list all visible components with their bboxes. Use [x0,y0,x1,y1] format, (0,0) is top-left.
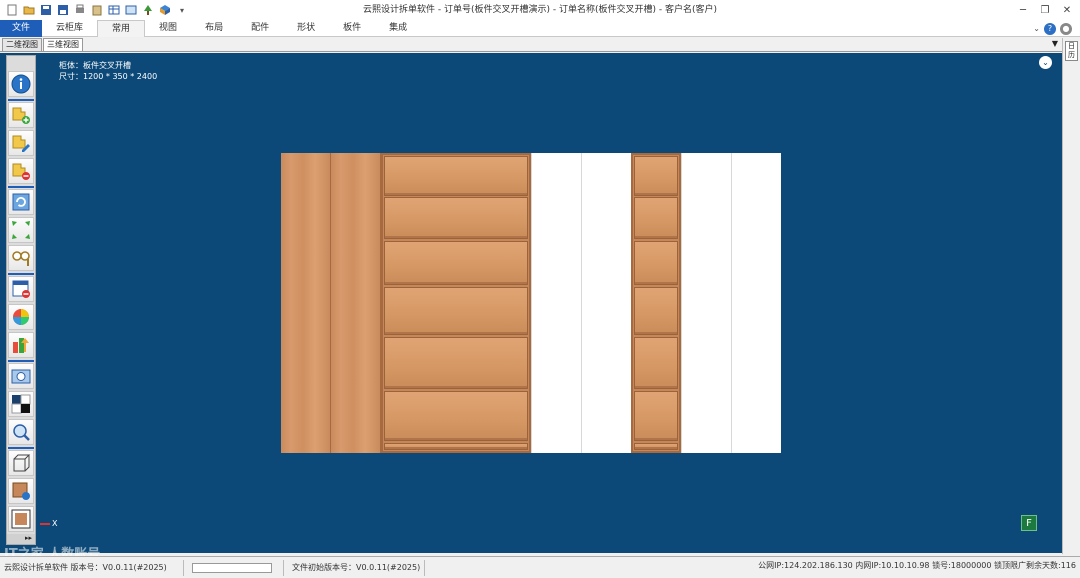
image-icon[interactable] [123,2,139,18]
refresh-icon[interactable] [8,189,34,215]
save-icon[interactable] [38,2,54,18]
open-folder-icon[interactable] [21,2,37,18]
tab-cloud-library[interactable]: 云柜库 [42,20,97,37]
progress-bar [192,562,272,573]
new-file-icon[interactable] [4,2,20,18]
title-bar: ▾ 云熙设计拆单软件 - 订单号(板件交叉开槽演示) - 订单名称(板件交叉开槽… [0,0,1080,20]
ribbon-collapse-icon[interactable]: ⌄ [1033,24,1040,33]
view-options-icon[interactable]: ⌄ [1039,56,1052,69]
window-controls: ─ ❐ ✕ [1012,0,1078,20]
tab-common[interactable]: 常用 [97,19,146,37]
add-cabinet-icon[interactable] [8,102,34,128]
cabinet-name-label: 柜体：板件交叉开槽 [59,61,131,70]
drawer[interactable] [634,337,678,389]
customize-toolbar-icon[interactable]: ▾ [174,2,190,18]
status-app-version: 云熙设计拆单软件 版本号：V0.0.11(#2025) [0,559,184,576]
table-icon[interactable] [106,2,122,18]
move-icon[interactable] [8,217,34,243]
tab-board[interactable]: 板件 [329,20,375,37]
tab-2d-view[interactable]: 二维视图 [2,38,42,51]
about-icon[interactable]: ● [1060,22,1072,35]
tab-view[interactable]: 视图 [145,20,191,37]
screenshot-icon[interactable] [8,363,34,389]
remove-cabinet-icon[interactable] [8,158,34,184]
close-icon[interactable]: ✕ [1056,0,1078,20]
white-panel[interactable] [531,153,581,453]
material-icon[interactable] [8,478,34,504]
drawer[interactable] [634,287,678,335]
cabinet-size-label: 尺寸：1200 * 350 * 2400 [59,72,158,81]
search-icon[interactable] [8,245,34,271]
white-panel[interactable] [731,153,781,453]
print-icon[interactable] [72,2,88,18]
status-progress [184,559,284,576]
drawer[interactable] [384,337,528,389]
drawer[interactable] [634,443,678,450]
save-as-icon[interactable] [55,2,71,18]
cabinet-door-right[interactable] [331,153,381,453]
white-panel[interactable] [581,153,631,453]
restore-icon[interactable]: ❐ [1034,0,1056,20]
status-bar: 云熙设计拆单软件 版本号：V0.0.11(#2025) 文件初始版本号：V0.0… [0,556,1080,578]
tab-3d-view[interactable]: 三维视图 [43,38,83,51]
drawer[interactable] [384,197,528,239]
tab-shape[interactable]: 形状 [283,20,329,37]
wireframe-box-icon[interactable] [8,450,34,476]
drawer[interactable] [634,391,678,441]
clipboard-icon[interactable] [89,2,105,18]
drawer[interactable] [384,443,528,450]
drawer[interactable] [384,391,528,441]
front-view-badge[interactable]: F [1021,515,1037,531]
drawer-column[interactable] [381,153,531,453]
axis-indicator: X [40,519,57,528]
right-side-pane: 日历 [1062,38,1080,554]
cabinet-door-left[interactable] [281,153,331,453]
ribbon-tabs: 文件 云柜库 常用 视图 布局 配件 形状 板件 集成 ⌄ ? ● [0,19,1080,37]
quick-access-toolbar: ▾ [0,0,190,20]
contrast-icon[interactable] [8,391,34,417]
right-pane-tab[interactable]: 日历 [1065,41,1078,61]
cabinet-model[interactable] [281,153,781,453]
info-icon[interactable] [8,71,34,97]
tab-integration[interactable]: 集成 [375,20,421,37]
drawer[interactable] [384,287,528,335]
tree-icon[interactable] [140,2,156,18]
drawer[interactable] [384,241,528,285]
cabinet-info: 柜体：板件交叉开槽 尺寸：1200 * 350 * 2400 [59,60,157,82]
3d-box-icon[interactable] [157,2,173,18]
sort-icon[interactable] [8,332,34,358]
zoom-icon[interactable] [8,419,34,445]
view-tabs: 二维视图 三维视图 ▼ [0,38,1062,52]
color-palette-icon[interactable] [8,304,34,330]
app-window: ▾ 云熙设计拆单软件 - 订单号(板件交叉开槽演示) - 订单名称(板件交叉开槽… [0,0,1080,578]
edit-cabinet-icon[interactable] [8,130,34,156]
white-panel[interactable] [681,153,731,453]
tab-accessories[interactable]: 配件 [237,20,283,37]
drawer[interactable] [634,241,678,285]
minimize-icon[interactable]: ─ [1012,0,1034,20]
file-menu-button[interactable]: 文件 [0,19,43,37]
status-network: 公网IP:124.202.186.130 内网IP:10.10.10.98 锁号… [758,561,1076,570]
ribbon-right-controls: ⌄ ? ● [1033,20,1072,37]
drawer[interactable] [384,156,528,196]
calendar-icon[interactable] [8,276,34,302]
x-axis-label: X [52,519,58,528]
tab-layout[interactable]: 布局 [191,20,237,37]
drawer[interactable] [634,156,678,196]
view-tabs-dropdown-icon[interactable]: ▼ [1052,39,1058,48]
status-file-version: 文件初始版本号：V0.0.11(#2025) [288,559,426,576]
narrow-drawer-column[interactable] [631,153,681,453]
left-toolbar: ▸▸ [6,55,36,545]
drawer[interactable] [634,197,678,239]
help-icon[interactable]: ? [1044,22,1056,35]
render-frame-icon[interactable] [8,506,34,532]
